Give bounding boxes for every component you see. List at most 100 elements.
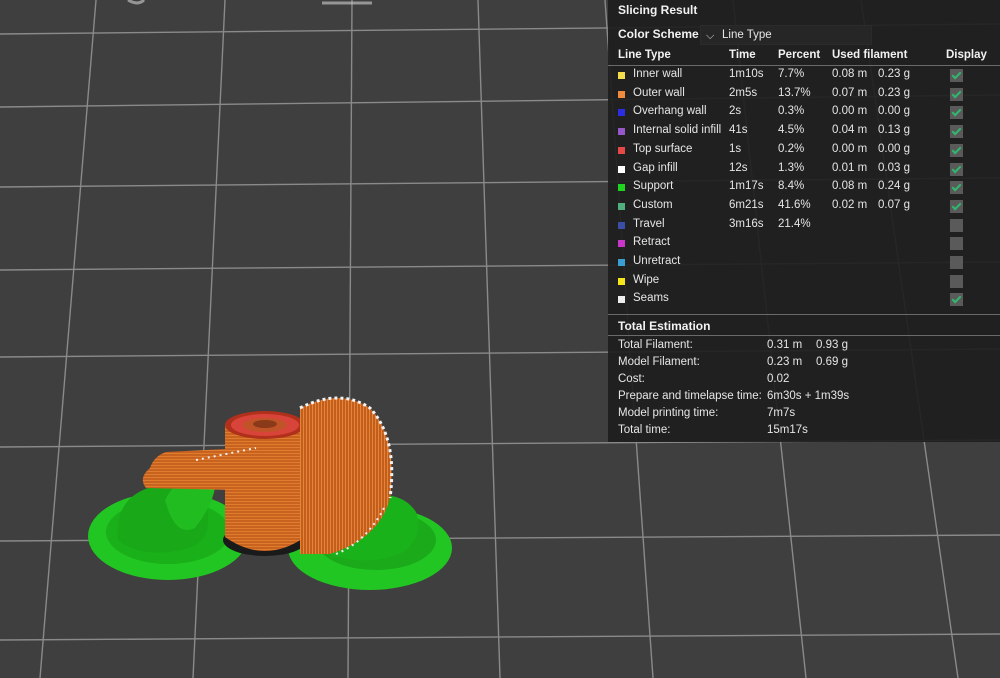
line-type-time: 41s — [729, 124, 748, 137]
total-row: Total time: 15m17s — [608, 424, 1000, 441]
line-type-percent: 0.2% — [778, 142, 805, 155]
line-type-row: Wipe — [608, 272, 1000, 291]
filament-length: 0.00 m — [832, 142, 868, 155]
line-type-percent: 8.4% — [778, 180, 805, 193]
color-swatch — [618, 184, 625, 192]
total-row: Total Filament: 0.31 m 0.93 g — [608, 339, 1000, 356]
color-scheme-label: Color Scheme — [618, 27, 699, 41]
line-type-name: Top surface — [633, 142, 693, 155]
total-label: Total time: — [618, 424, 671, 436]
total-row: Cost: 0.02 — [608, 373, 1000, 390]
display-checkbox[interactable] — [950, 106, 963, 120]
filament-weight: 0.24 g — [878, 180, 910, 193]
line-type-name: Seams — [633, 292, 669, 305]
line-type-name: Wipe — [633, 273, 660, 286]
bed-logo-marks — [127, 0, 372, 5]
total-row: Prepare and timelapse time: 6m30s + 1m39… — [608, 390, 1000, 407]
line-type-time: 3m16s — [729, 217, 764, 230]
color-swatch — [618, 259, 625, 266]
display-checkbox[interactable] — [950, 218, 963, 232]
line-type-name: Gap infill — [633, 161, 678, 174]
color-swatch — [618, 165, 625, 173]
line-type-row: Gap infill 12s 1.3% 0.01 m 0.03 g — [608, 160, 1000, 179]
filament-weight: 0.23 g — [878, 68, 910, 80]
line-type-name: Overhang wall — [633, 105, 707, 118]
display-checkbox[interactable] — [950, 274, 963, 288]
display-checkbox[interactable] — [950, 143, 963, 157]
color-swatch — [618, 128, 625, 136]
line-type-name: Retract — [633, 236, 671, 249]
panel-title: Slicing Result — [618, 3, 698, 17]
line-type-row: Travel 3m16s 21.4% — [608, 216, 1000, 235]
line-type-row: Custom 6m21s 41.6% 0.02 m 0.07 g — [608, 197, 1000, 216]
display-checkbox[interactable] — [950, 256, 963, 269]
filament-length: 0.00 m — [832, 105, 868, 118]
filament-length: 0.01 m — [832, 161, 868, 174]
col-used-filament: Used filament — [832, 49, 908, 61]
total-label: Total Filament: — [618, 339, 693, 351]
line-type-name: Unretract — [633, 255, 681, 267]
line-type-name: Outer wall — [633, 86, 685, 99]
line-type-percent: 0.3% — [778, 105, 805, 118]
line-type-row: Top surface 1s 0.2% 0.00 m 0.00 g — [608, 141, 1000, 160]
filament-length: 0.08 m — [832, 180, 868, 193]
display-checkbox[interactable] — [950, 87, 963, 101]
line-type-row: Overhang wall 2s 0.3% 0.00 m 0.00 g — [608, 103, 1000, 122]
total-value: 7m7s — [767, 407, 796, 419]
line-type-time: 12s — [729, 161, 748, 174]
line-type-row: Inner wall 1m10s 7.7% 0.08 m 0.23 g — [608, 66, 1000, 85]
filament-weight: 0.23 g — [878, 86, 910, 99]
line-type-percent: 1.3% — [778, 161, 805, 174]
filament-length: 0.08 m — [832, 68, 868, 80]
line-type-row: Internal solid infill 41s 4.5% 0.04 m 0.… — [608, 122, 1000, 141]
line-type-name: Travel — [633, 217, 665, 230]
display-checkbox[interactable] — [950, 125, 963, 139]
total-value: 0.23 m — [767, 356, 803, 368]
total-value-secondary: 0.69 g — [816, 356, 848, 368]
slicing-result-panel: Slicing Result Color Scheme ⌵ Line Type … — [608, 0, 1000, 442]
col-line-type: Line Type — [618, 49, 671, 61]
line-type-name: Internal solid infill — [633, 124, 722, 137]
display-checkbox[interactable] — [950, 293, 963, 307]
display-checkbox[interactable] — [950, 199, 963, 213]
line-type-row: Support 1m17s 8.4% 0.08 m 0.24 g — [608, 178, 1000, 197]
filament-weight: 0.13 g — [878, 124, 910, 137]
line-type-percent: 4.5% — [778, 124, 805, 137]
line-type-row: Outer wall 2m5s 13.7% 0.07 m 0.23 g — [608, 85, 1000, 104]
display-checkbox[interactable] — [950, 69, 963, 82]
total-label: Prepare and timelapse time: — [618, 390, 762, 402]
total-value: 15m17s — [767, 424, 808, 436]
filament-length: 0.04 m — [832, 124, 868, 137]
line-type-row: Seams — [608, 290, 1000, 309]
line-type-percent: 41.6% — [778, 198, 811, 211]
line-type-time: 2s — [729, 105, 742, 118]
line-type-time: 1m10s — [729, 68, 764, 80]
total-value: 6m30s + 1m39s — [767, 390, 850, 402]
line-type-percent: 21.4% — [778, 217, 811, 230]
color-swatch — [618, 240, 625, 248]
filament-weight: 0.00 g — [878, 105, 910, 118]
col-time: Time — [729, 49, 756, 61]
color-scheme-dropdown[interactable]: ⌵ Line Type — [700, 25, 872, 45]
display-checkbox[interactable] — [950, 162, 963, 176]
filament-length: 0.07 m — [832, 86, 868, 99]
color-swatch — [618, 109, 625, 117]
total-label: Model printing time: — [618, 407, 719, 419]
line-type-time: 1m17s — [729, 180, 764, 193]
line-type-name: Custom — [633, 198, 673, 211]
color-swatch — [618, 202, 625, 210]
chevron-down-icon: ⌵ — [706, 30, 715, 42]
line-type-percent: 7.7% — [778, 68, 805, 80]
line-type-name: Inner wall — [633, 68, 683, 80]
color-scheme-value: Line Type — [722, 29, 772, 41]
line-type-percent: 13.7% — [778, 86, 811, 99]
color-swatch — [618, 72, 625, 79]
filament-weight: 0.00 g — [878, 142, 910, 155]
line-type-time: 1s — [729, 142, 742, 155]
color-swatch — [618, 221, 625, 229]
display-checkbox[interactable] — [950, 237, 963, 251]
totals-divider — [608, 335, 1000, 336]
display-checkbox[interactable] — [950, 181, 963, 195]
total-label: Model Filament: — [618, 356, 700, 368]
color-swatch — [618, 146, 625, 154]
